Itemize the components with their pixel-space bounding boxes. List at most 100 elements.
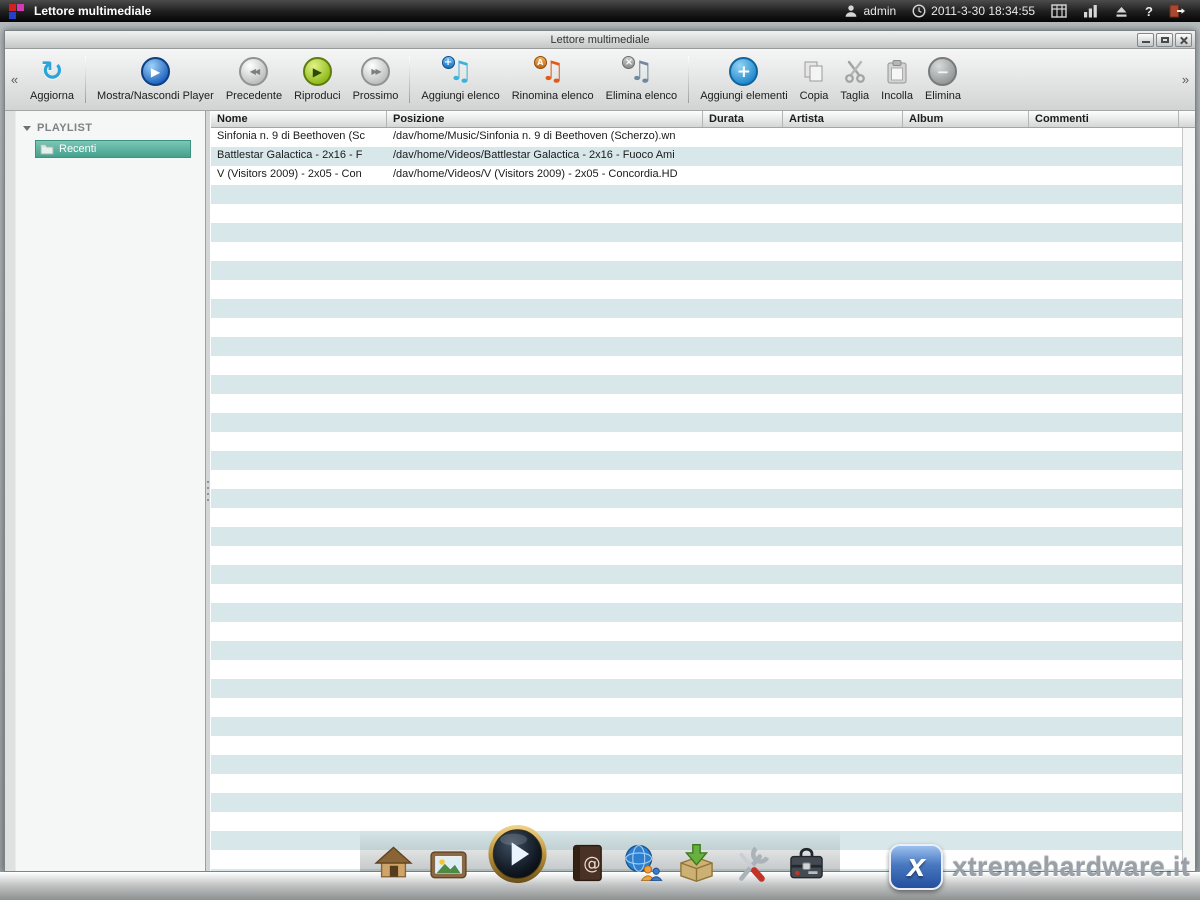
- paste-button[interactable]: Incolla: [875, 53, 919, 104]
- media-player-window: Lettore multimediale « Aggiorna Mostra/N…: [4, 30, 1196, 872]
- refresh-button[interactable]: Aggiorna: [24, 53, 80, 104]
- watermark: xtremehardware.it: [889, 844, 1190, 890]
- column-header-album[interactable]: Album: [903, 111, 1029, 127]
- folder-icon: [40, 143, 54, 155]
- eject-icon[interactable]: [1114, 5, 1129, 18]
- column-header-posizione[interactable]: Posizione: [387, 111, 703, 127]
- copy-button[interactable]: Copia: [794, 53, 835, 104]
- table-row[interactable]: V (Visitors 2009) - 2x05 - Con /dav/home…: [211, 166, 1195, 185]
- copy-icon: [801, 59, 827, 85]
- toolbar-group-playlist: Aggiungi elenco Rinomina elenco Elimina …: [413, 49, 685, 110]
- column-header-durata[interactable]: Durata: [703, 111, 783, 127]
- svg-text:@: @: [583, 854, 600, 874]
- dock-toolbox[interactable]: [784, 837, 830, 885]
- home-icon: [372, 841, 416, 885]
- table-row[interactable]: Battlestar Galactica - 2x16 - F /dav/hom…: [211, 147, 1195, 166]
- delete-playlist-icon: [625, 57, 657, 87]
- rename-playlist-button[interactable]: Rinomina elenco: [506, 53, 600, 104]
- column-header-artista[interactable]: Artista: [783, 111, 903, 127]
- toolbar-separator: [688, 56, 689, 103]
- grid-icon[interactable]: [1051, 4, 1067, 18]
- play-button[interactable]: Riproduci: [288, 53, 346, 104]
- cell-nome: V (Visitors 2009) - 2x05 - Con: [211, 166, 387, 185]
- restore-button[interactable]: [1156, 33, 1173, 47]
- cell-album: [903, 147, 1029, 166]
- toolbar-group-edit: Aggiungi elementi Copia: [692, 49, 969, 110]
- next-icon: [361, 57, 390, 86]
- next-button[interactable]: Prossimo: [347, 53, 405, 104]
- media-player-icon: [487, 823, 549, 885]
- tools-icon: [730, 841, 774, 885]
- add-playlist-button[interactable]: Aggiungi elenco: [415, 53, 505, 104]
- vertical-scrollbar[interactable]: [1182, 128, 1195, 871]
- column-header-commenti[interactable]: Commenti: [1029, 111, 1179, 127]
- dock-home[interactable]: [371, 837, 417, 885]
- cell-artista: [783, 147, 903, 166]
- rename-playlist-icon: [537, 57, 569, 87]
- chart-icon[interactable]: [1083, 4, 1098, 18]
- column-header-nome[interactable]: Nome: [211, 111, 387, 127]
- cell-durata: [703, 128, 783, 147]
- cell-artista: [783, 166, 903, 185]
- dock-tools[interactable]: [729, 837, 775, 885]
- playlist-section-header[interactable]: PLAYLIST: [5, 119, 205, 140]
- show-hide-player-button[interactable]: Mostra/Nascondi Player: [91, 53, 220, 104]
- cell-commenti: [1029, 128, 1179, 147]
- user-menu[interactable]: admin: [844, 4, 896, 18]
- dock-downloads[interactable]: [674, 837, 720, 885]
- topbar-title: Lettore multimediale: [34, 4, 151, 18]
- cell-artista: [783, 128, 903, 147]
- cell-album: [903, 128, 1029, 147]
- plus-badge-icon: [442, 56, 455, 69]
- dock-media-player[interactable]: [486, 819, 550, 885]
- toolbar-scroll-left[interactable]: «: [7, 49, 22, 110]
- play-icon: [303, 57, 332, 86]
- previous-button[interactable]: Precedente: [220, 53, 288, 104]
- column-header-filler: [1179, 111, 1195, 127]
- add-items-button[interactable]: Aggiungi elementi: [694, 53, 793, 104]
- toolbar: « Aggiorna Mostra/Nascondi Player Preced…: [5, 49, 1195, 111]
- add-items-icon: [729, 57, 758, 86]
- cell-album: [903, 166, 1029, 185]
- logout-icon[interactable]: [1169, 4, 1186, 18]
- clock-icon: [912, 4, 926, 18]
- window-titlebar[interactable]: Lettore multimediale: [5, 31, 1195, 49]
- user-icon: [844, 4, 858, 18]
- track-list-panel: Nome Posizione Durata Artista Album Comm…: [211, 111, 1195, 871]
- cell-posizione: /dav/home/Videos/Battlestar Galactica - …: [387, 147, 703, 166]
- browser-icon: [620, 841, 664, 885]
- toolbox-icon: [785, 841, 829, 885]
- toolbar-group-playback: Mostra/Nascondi Player Precedente Riprod…: [89, 49, 406, 110]
- show-hide-player-icon: [141, 57, 170, 86]
- close-button[interactable]: [1175, 33, 1192, 47]
- table-header: Nome Posizione Durata Artista Album Comm…: [211, 111, 1195, 128]
- delete-icon: [928, 57, 957, 86]
- table-body: Sinfonia n. 9 di Beethoven (Sc /dav/home…: [211, 128, 1195, 871]
- dock-photos[interactable]: [426, 837, 472, 885]
- toolbar-scroll-right[interactable]: »: [1178, 49, 1193, 110]
- table-row[interactable]: Sinfonia n. 9 di Beethoven (Sc /dav/home…: [211, 128, 1195, 147]
- help-icon[interactable]: ?: [1145, 4, 1153, 19]
- playlist-sidebar: PLAYLIST Recenti: [5, 111, 205, 871]
- toolbar-group-refresh: Aggiorna: [22, 49, 82, 110]
- username: admin: [863, 4, 896, 18]
- xtremehardware-logo-icon: [889, 844, 943, 890]
- application-dock: @: [371, 819, 830, 885]
- sidebar-item-recenti[interactable]: Recenti: [35, 140, 191, 158]
- contacts-icon: @: [565, 841, 609, 885]
- window-title: Lettore multimediale: [550, 34, 649, 46]
- dock-contacts[interactable]: @: [564, 837, 610, 885]
- delete-playlist-button[interactable]: Elimina elenco: [600, 53, 684, 104]
- cell-commenti: [1029, 147, 1179, 166]
- rename-badge-icon: [534, 56, 547, 69]
- downloads-icon: [675, 841, 719, 885]
- system-topbar: Lettore multimediale admin 2011-3-30 18:…: [0, 0, 1200, 22]
- cut-icon: [842, 59, 868, 85]
- cell-commenti: [1029, 166, 1179, 185]
- dock-browser[interactable]: [619, 837, 665, 885]
- delete-button[interactable]: Elimina: [919, 53, 967, 104]
- cell-durata: [703, 166, 783, 185]
- restore-icon: [1161, 37, 1169, 43]
- minimize-button[interactable]: [1137, 33, 1154, 47]
- cut-button[interactable]: Taglia: [834, 53, 875, 104]
